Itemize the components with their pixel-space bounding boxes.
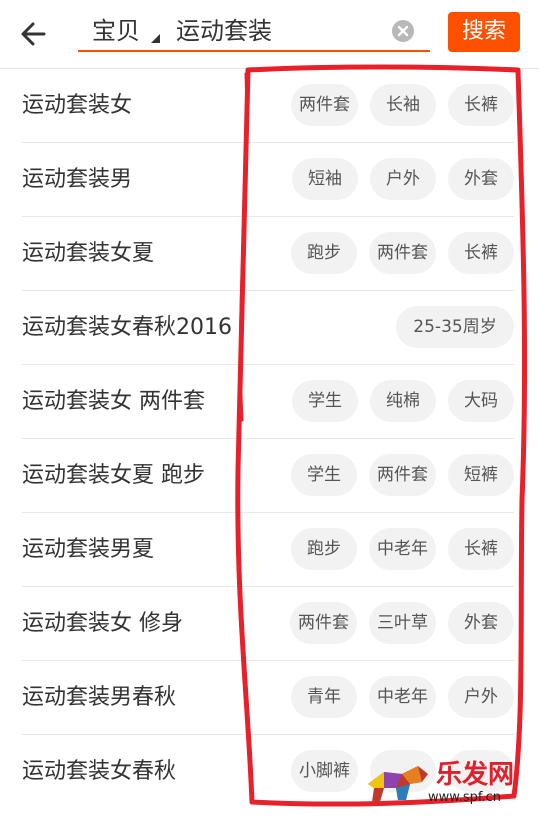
suggestion-title[interactable]: 运动套装女春秋: [22, 735, 176, 808]
suggestion-row[interactable]: 运动套装女夏 跑步 两件套 长裤: [22, 217, 514, 291]
suggestion-tag[interactable]: 户外: [370, 158, 436, 200]
suggestion-tag[interactable]: 长裤: [448, 232, 514, 274]
suggestion-tags: 跑步 两件套 长裤: [291, 232, 514, 274]
suggestion-tag[interactable]: 两件套: [369, 232, 436, 274]
suggestion-row[interactable]: 运动套装女 修身 两件套 三叶草 外套: [22, 587, 514, 661]
suggestion-tag[interactable]: 大码: [448, 380, 514, 422]
suggestion-tag[interactable]: 长裤: [448, 528, 514, 570]
search-header: 宝贝 运动套装 搜索: [0, 0, 539, 69]
suggestion-tag[interactable]: 两件套: [291, 84, 358, 126]
suggestion-tags: 学生 两件套 短裤: [291, 454, 514, 496]
suggestion-tag[interactable]: 跑步: [291, 528, 357, 570]
suggestion-row[interactable]: 运动套装女夏 跑步 学生 两件套 短裤: [22, 439, 514, 513]
scope-dropdown-icon: [151, 34, 160, 43]
suggestion-title[interactable]: 运动套装女 两件套: [22, 365, 205, 438]
bull-logo-icon: [368, 766, 428, 802]
suggestion-tag[interactable]: 两件套: [369, 454, 436, 496]
search-input[interactable]: 宝贝 运动套装: [78, 10, 430, 52]
suggestion-row[interactable]: 运动套装女春秋2016 25-35周岁: [22, 291, 514, 365]
suggestion-title[interactable]: 运动套装女春秋2016: [22, 291, 232, 364]
suggestion-tag[interactable]: 学生: [292, 380, 358, 422]
suggestion-title[interactable]: 运动套装男夏: [22, 513, 154, 586]
suggestion-tag[interactable]: 小脚裤: [291, 750, 358, 792]
suggestion-tag[interactable]: 纯棉: [370, 380, 436, 422]
search-button[interactable]: 搜索: [448, 12, 520, 52]
suggestion-tag[interactable]: 户外: [448, 676, 514, 718]
suggestion-title[interactable]: 运动套装男春秋: [22, 661, 176, 734]
suggestion-tag[interactable]: 长袖: [370, 84, 436, 126]
suggestion-row[interactable]: 运动套装男春秋 青年 中老年 户外: [22, 661, 514, 735]
arrow-left-icon: [21, 22, 46, 46]
suggestion-tag[interactable]: 短裤: [448, 454, 514, 496]
suggestion-title[interactable]: 运动套装女 修身: [22, 587, 183, 660]
suggestion-tag[interactable]: 长裤: [448, 84, 514, 126]
suggestion-tag[interactable]: 外套: [448, 602, 514, 644]
suggestion-row[interactable]: 运动套装男 短袖 户外 外套: [22, 143, 514, 217]
suggestion-tag[interactable]: 跑步: [291, 232, 357, 274]
suggestion-row[interactable]: 运动套装女 两件套 长袖 长裤: [22, 69, 514, 143]
suggestion-tag[interactable]: 两件套: [290, 602, 357, 644]
suggestion-tags: 学生 纯棉 大码: [292, 380, 514, 422]
suggestion-list: 运动套装女 两件套 长袖 长裤 运动套装男 短袖 户外 外套 运动套装女夏 跑步…: [0, 69, 539, 809]
suggestion-tags: 跑步 中老年 长裤: [291, 528, 514, 570]
suggestion-title[interactable]: 运动套装女夏: [22, 217, 154, 290]
suggestion-tags: 短袖 户外 外套: [292, 158, 514, 200]
suggestion-title[interactable]: 运动套装女: [22, 69, 132, 142]
search-query-text[interactable]: 运动套装: [176, 16, 272, 46]
back-button[interactable]: [14, 14, 54, 54]
suggestion-tag[interactable]: 25-35周岁: [396, 306, 514, 348]
suggestion-tags: 两件套 三叶草 外套: [290, 602, 514, 644]
suggestion-tag[interactable]: 中老年: [369, 676, 436, 718]
suggestion-tag[interactable]: 短袖: [292, 158, 358, 200]
suggestion-tag[interactable]: 外套: [448, 158, 514, 200]
search-scope-selector[interactable]: 宝贝: [92, 16, 140, 46]
suggestion-row[interactable]: 运动套装男夏 跑步 中老年 长裤: [22, 513, 514, 587]
site-watermark: 乐发网 www.spf.cn: [362, 752, 536, 812]
suggestion-tag[interactable]: 学生: [291, 454, 357, 496]
close-circle-icon: [397, 25, 409, 37]
suggestion-tags: 两件套 长袖 长裤: [291, 84, 514, 126]
suggestion-row[interactable]: 运动套装女 两件套 学生 纯棉 大码: [22, 365, 514, 439]
suggestion-tags: 青年 中老年 户外: [291, 676, 514, 718]
clear-button[interactable]: [392, 20, 414, 42]
watermark-brand: 乐发网: [436, 760, 515, 790]
suggestion-title[interactable]: 运动套装女夏 跑步: [22, 439, 205, 512]
suggestion-title[interactable]: 运动套装男: [22, 143, 132, 216]
suggestion-tag[interactable]: 中老年: [369, 528, 436, 570]
suggestion-tag[interactable]: 青年: [291, 676, 357, 718]
suggestion-tags: 25-35周岁: [396, 306, 514, 348]
watermark-url: www.spf.cn: [428, 790, 502, 805]
search-suggestion-page: 宝贝 运动套装 搜索 运动套装女 两件套 长袖 长裤 运动套装男 短袖 户外 外…: [0, 0, 539, 816]
suggestion-tag[interactable]: 三叶草: [369, 602, 436, 644]
